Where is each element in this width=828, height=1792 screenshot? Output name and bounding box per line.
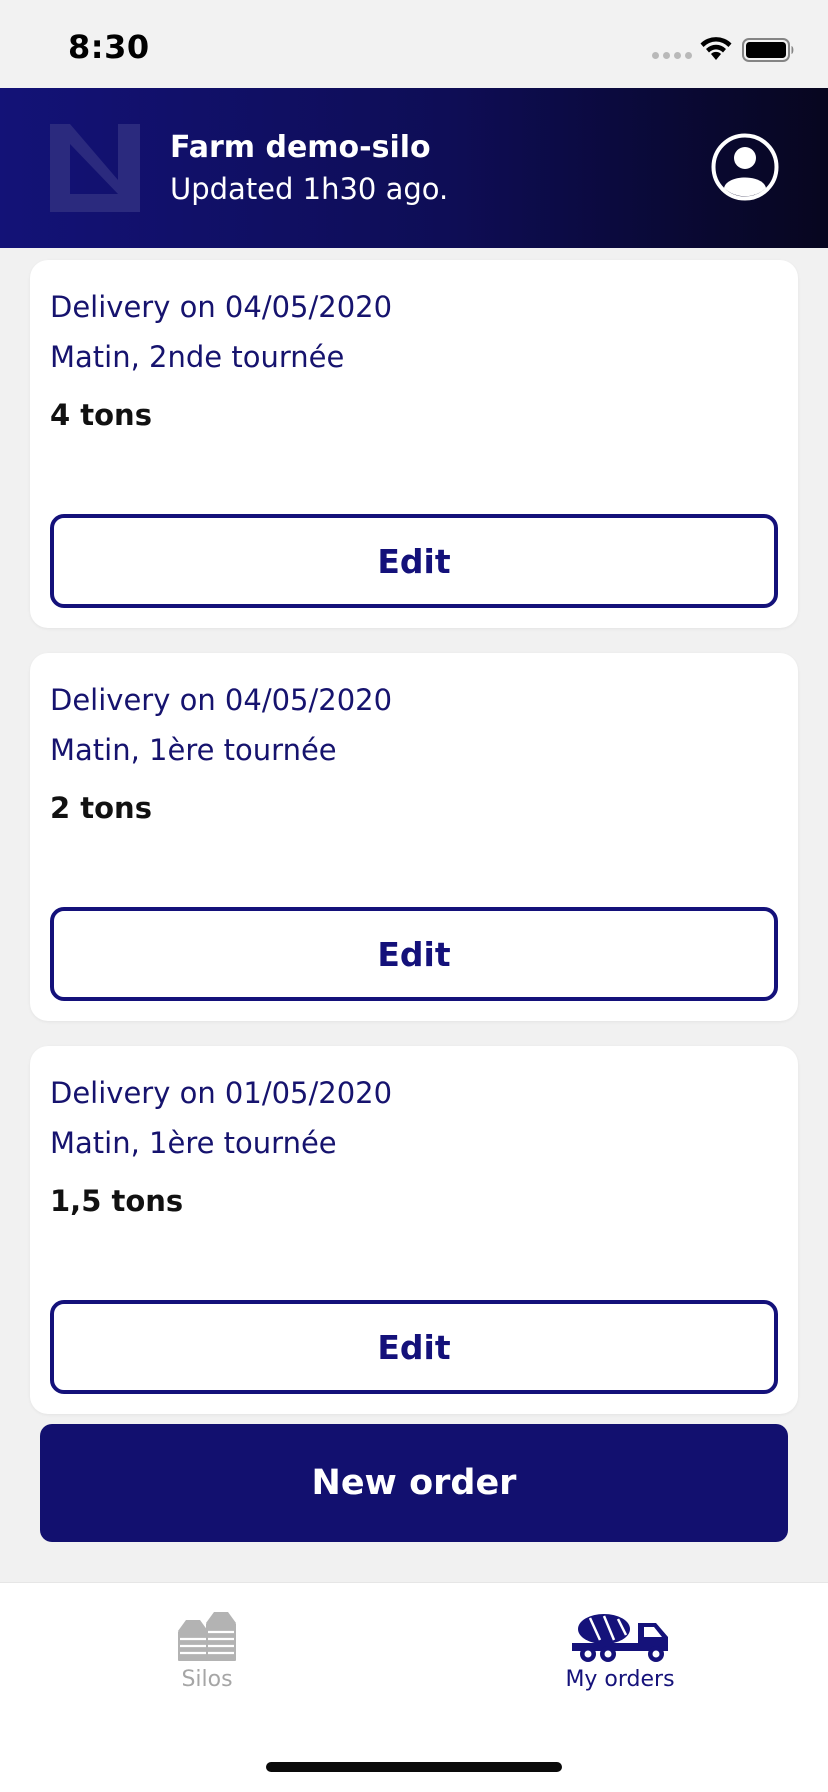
delivery-date: Delivery on 01/05/2020 bbox=[50, 1076, 393, 1110]
tab-label: My orders bbox=[565, 1667, 675, 1692]
truck-icon bbox=[572, 1614, 668, 1662]
new-order-button[interactable]: New order bbox=[40, 1424, 788, 1542]
tab-silos[interactable]: Silos bbox=[107, 1609, 307, 1709]
brand-logo-icon bbox=[50, 124, 140, 212]
delivery-date: Delivery on 04/05/2020 bbox=[50, 290, 393, 324]
signal-icon bbox=[652, 52, 692, 59]
silo-icon bbox=[178, 1612, 236, 1661]
tab-label: Silos bbox=[181, 1667, 233, 1692]
order-quantity: 2 tons bbox=[50, 791, 152, 825]
tab-bar: Silos My orders bbox=[0, 1582, 828, 1792]
order-card: Delivery on 04/05/2020 Matin, 2nde tourn… bbox=[30, 260, 798, 628]
order-quantity: 1,5 tons bbox=[50, 1184, 184, 1218]
status-time: 8:30 bbox=[68, 28, 150, 66]
status-bar: 8:30 bbox=[0, 0, 828, 88]
delivery-slot: Matin, 1ère tournée bbox=[50, 733, 337, 767]
home-indicator bbox=[266, 1762, 562, 1772]
order-card: Delivery on 04/05/2020 Matin, 1ère tourn… bbox=[30, 653, 798, 1021]
delivery-slot: Matin, 2nde tournée bbox=[50, 340, 345, 374]
orders-list: Delivery on 04/05/2020 Matin, 2nde tourn… bbox=[30, 260, 798, 1439]
edit-order-button[interactable]: Edit bbox=[50, 907, 778, 1001]
screen: 8:30 Farm demo-silo Updated 1h30 ago. De bbox=[0, 0, 828, 1792]
wifi-icon bbox=[700, 37, 732, 60]
edit-order-button[interactable]: Edit bbox=[50, 1300, 778, 1394]
last-updated-text: Updated 1h30 ago. bbox=[170, 172, 449, 206]
delivery-slot: Matin, 1ère tournée bbox=[50, 1126, 337, 1160]
battery-icon bbox=[742, 38, 794, 62]
delivery-date: Delivery on 04/05/2020 bbox=[50, 683, 393, 717]
order-card: Delivery on 01/05/2020 Matin, 1ère tourn… bbox=[30, 1046, 798, 1414]
order-quantity: 4 tons bbox=[50, 398, 152, 432]
tab-my-orders[interactable]: My orders bbox=[520, 1609, 720, 1709]
app-header: Farm demo-silo Updated 1h30 ago. bbox=[0, 88, 828, 248]
user-profile-icon[interactable] bbox=[710, 132, 780, 202]
farm-title: Farm demo-silo bbox=[170, 130, 431, 165]
edit-order-button[interactable]: Edit bbox=[50, 514, 778, 608]
